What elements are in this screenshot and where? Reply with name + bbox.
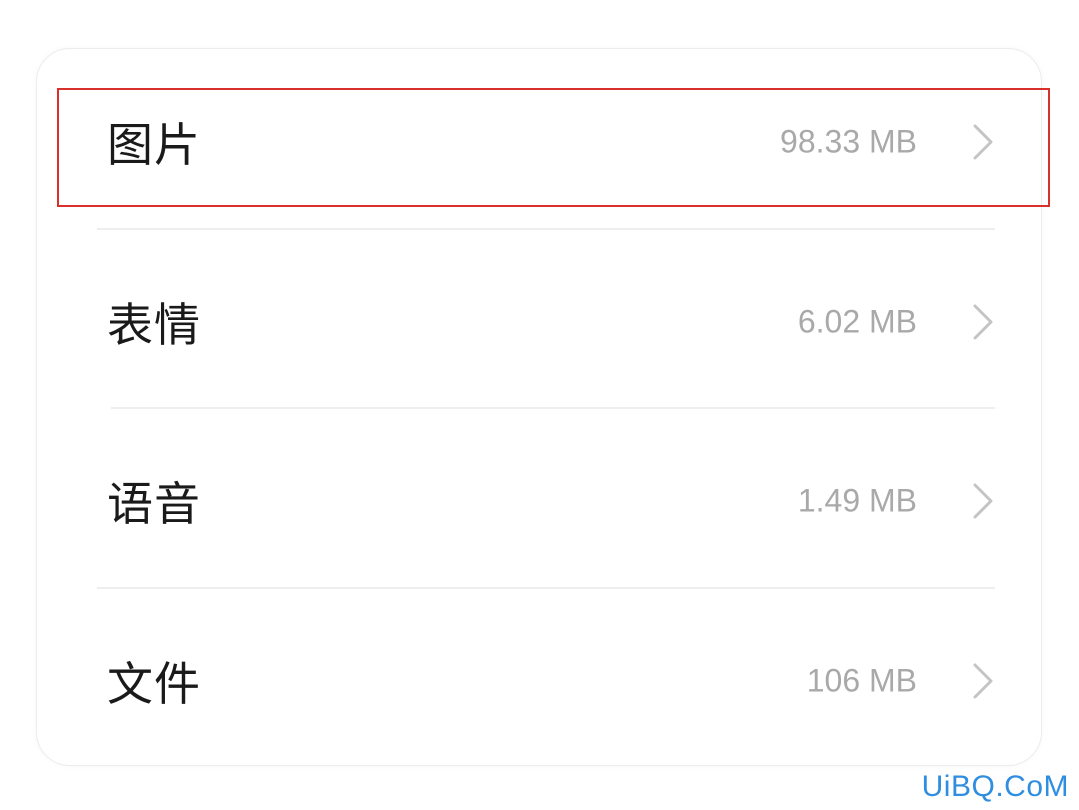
storage-card: 图片 98.33 MB 表情 6.02 MB 语音 1.49 MB 文件 106… xyxy=(36,48,1042,766)
storage-item-label: 语音 xyxy=(107,477,201,531)
storage-item-size: 106 MB xyxy=(806,662,917,699)
divider xyxy=(97,228,995,230)
chevron-right-icon xyxy=(973,663,993,699)
storage-item-label: 表情 xyxy=(107,298,201,352)
storage-item-label: 文件 xyxy=(107,657,201,711)
storage-item-size: 6.02 MB xyxy=(797,303,917,340)
divider xyxy=(111,407,995,409)
storage-item-label: 图片 xyxy=(107,118,201,172)
storage-item-size: 98.33 MB xyxy=(780,123,917,160)
storage-item-images[interactable]: 图片 98.33 MB xyxy=(37,52,1041,232)
watermark-text: UiBQ.CoM xyxy=(921,770,1069,803)
chevron-right-icon xyxy=(973,483,993,519)
chevron-right-icon xyxy=(973,124,993,160)
storage-item-voice[interactable]: 语音 1.49 MB xyxy=(37,411,1041,591)
storage-item-size: 1.49 MB xyxy=(797,482,917,519)
storage-item-stickers[interactable]: 表情 6.02 MB xyxy=(37,232,1041,412)
storage-item-files[interactable]: 文件 106 MB xyxy=(37,591,1041,771)
divider xyxy=(97,587,995,589)
chevron-right-icon xyxy=(973,304,993,340)
